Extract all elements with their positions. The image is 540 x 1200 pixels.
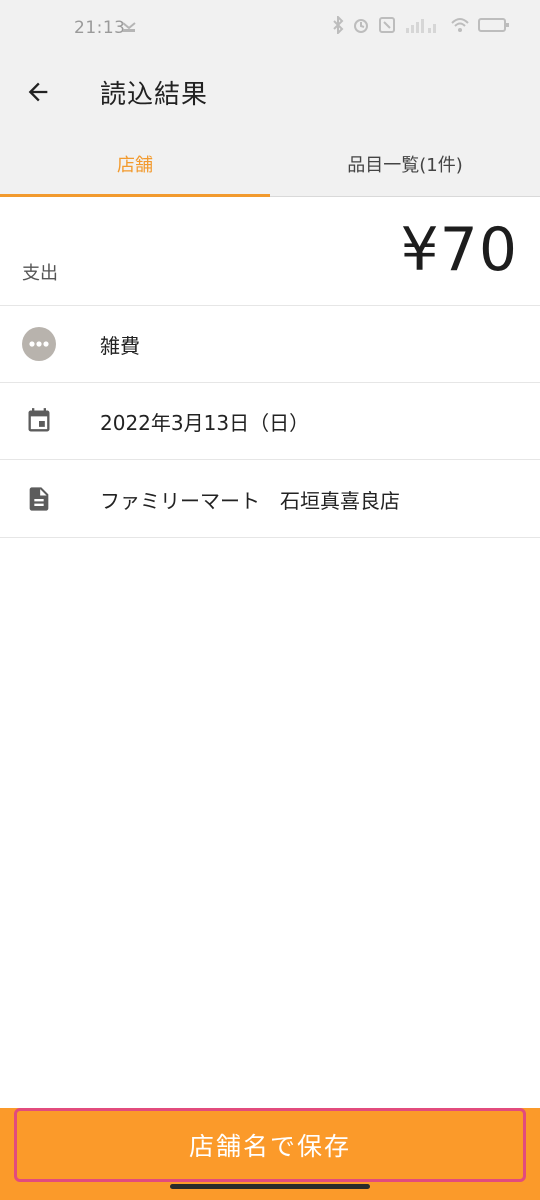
save-by-store-name-button[interactable]: 店舗名で保存 xyxy=(14,1108,526,1182)
tab-bar: 店舗 品目一覧(1件) xyxy=(0,132,540,197)
calendar-icon xyxy=(20,402,58,440)
tab-item-list[interactable]: 品目一覧(1件) xyxy=(270,132,540,196)
category-row[interactable]: 雑費 xyxy=(0,306,540,383)
signal-icon xyxy=(404,16,442,38)
app-bar: 読込結果 xyxy=(0,52,540,132)
nfc-icon xyxy=(378,16,396,38)
store-row[interactable]: ファミリーマート 石垣真喜良店 xyxy=(0,461,540,538)
status-time: 21:13 xyxy=(74,18,126,38)
amount-value: ¥70 xyxy=(400,215,518,285)
arrow-back-icon xyxy=(28,82,48,102)
tab-store[interactable]: 店舗 xyxy=(0,132,270,197)
more-horiz-icon xyxy=(20,325,58,363)
home-indicator[interactable] xyxy=(170,1184,370,1189)
wifi-icon xyxy=(450,16,470,38)
amount-label: 支出 xyxy=(22,263,58,284)
back-button[interactable] xyxy=(18,72,58,112)
battery-icon xyxy=(478,16,510,38)
date-text: 2022年3月13日（日） xyxy=(100,410,310,435)
alarm-icon xyxy=(352,16,370,38)
category-text: 雑費 xyxy=(100,333,140,358)
amount-row[interactable]: 支出 ¥70 xyxy=(0,197,540,306)
status-bar: 21:13 xyxy=(0,0,540,52)
notification-icon xyxy=(122,22,136,32)
page-title: 読込結果 xyxy=(100,80,209,110)
document-icon xyxy=(20,480,58,518)
store-text: ファミリーマート 石垣真喜良店 xyxy=(100,488,400,513)
status-icons xyxy=(332,14,510,38)
date-row[interactable]: 2022年3月13日（日） xyxy=(0,383,540,460)
bluetooth-icon xyxy=(332,14,344,38)
